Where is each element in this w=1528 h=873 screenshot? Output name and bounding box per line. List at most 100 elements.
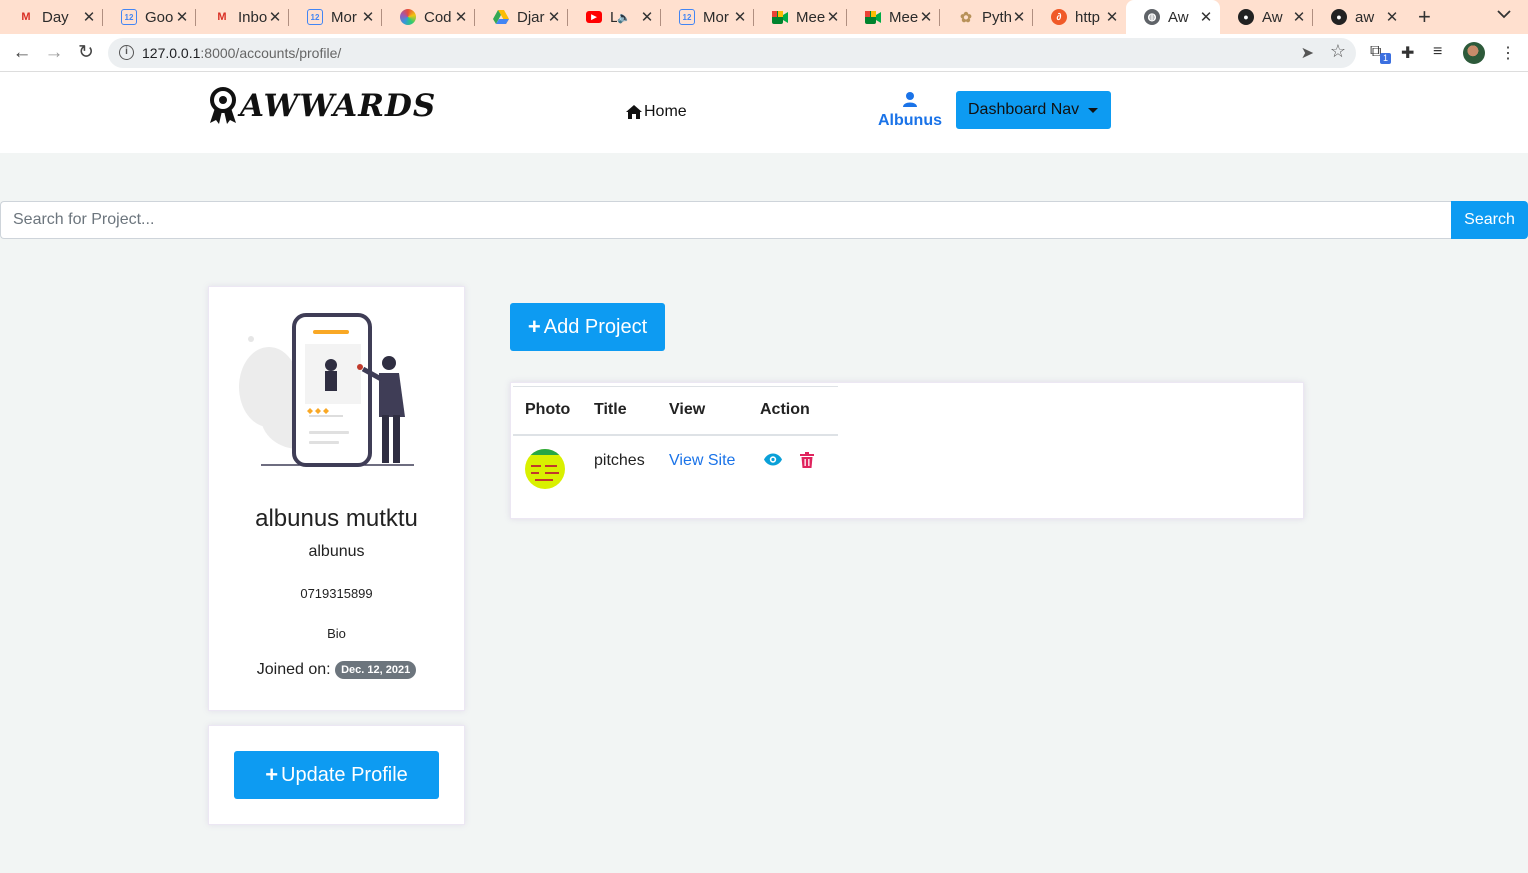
- browser-tab[interactable]: 12 Mor ✕: [289, 0, 382, 34]
- update-profile-button[interactable]: + Update Profile: [234, 751, 439, 799]
- calendar-icon: 12: [679, 9, 695, 25]
- profile-username: albunus: [308, 543, 365, 560]
- browser-tab[interactable]: ▶ L 🔈 ✕: [568, 0, 661, 34]
- profile-card: albunus mutktu albunus 0719315899 Bio Jo…: [208, 286, 465, 711]
- plus-icon: +: [265, 762, 279, 787]
- user-icon: [903, 92, 917, 107]
- speaker-icon[interactable]: 🔈: [617, 11, 631, 24]
- browser-tab[interactable]: 12 Mor ✕: [661, 0, 754, 34]
- close-tab-icon[interactable]: ✕: [546, 8, 562, 26]
- close-tab-icon[interactable]: ✕: [360, 8, 376, 26]
- web-icon: ∂: [1051, 9, 1067, 25]
- address-bar[interactable]: i 127.0.0.1:8000/accounts/profile/ ➤ ☆: [108, 38, 1356, 68]
- plus-icon: +: [527, 314, 541, 339]
- meet-icon: [865, 9, 881, 25]
- table-row: pitches View Site: [513, 435, 838, 489]
- dashboard-nav-dropdown[interactable]: Dashboard Nav: [956, 91, 1111, 129]
- table-header-row: Photo Title View Action: [513, 386, 838, 436]
- award-ribbon-icon: [210, 87, 236, 124]
- tab-search-chevron-icon[interactable]: [1497, 7, 1511, 22]
- close-tab-icon[interactable]: ✕: [732, 8, 748, 26]
- search-button[interactable]: Search: [1451, 201, 1528, 239]
- browser-tab[interactable]: Mee ✕: [847, 0, 940, 34]
- profile-phone: 0719315899: [300, 586, 373, 601]
- close-tab-icon[interactable]: ✕: [1011, 8, 1027, 26]
- close-tab-icon[interactable]: ✕: [918, 8, 934, 26]
- browser-tab[interactable]: 12 Goo ✕: [103, 0, 196, 34]
- home-link[interactable]: Home: [625, 103, 687, 121]
- caret-down-icon: [1088, 107, 1099, 113]
- home-icon: [626, 105, 642, 119]
- globe-icon: ◍: [1144, 9, 1160, 25]
- profile-bio: Bio: [327, 626, 346, 641]
- project-actions-cell: [748, 435, 838, 489]
- new-tab-plus-icon[interactable]: +: [1418, 4, 1431, 30]
- profile-full-name: albunus mutktu: [255, 505, 418, 532]
- column-header-view: View: [657, 386, 748, 436]
- close-tab-icon[interactable]: ✕: [1104, 8, 1120, 26]
- gmail-icon: M: [21, 11, 31, 23]
- youtube-icon: ▶: [586, 11, 602, 23]
- browser-tab-active[interactable]: ◍ Aw ✕: [1126, 0, 1220, 34]
- calendar-icon: 12: [307, 9, 323, 25]
- close-tab-icon[interactable]: ✕: [1291, 8, 1307, 26]
- gmail-icon: M: [217, 11, 227, 23]
- profile-joined: Joined on: Dec. 12, 2021: [209, 661, 464, 679]
- close-tab-icon[interactable]: ✕: [453, 8, 469, 26]
- puzzle-extensions-icon[interactable]: ✚: [1401, 43, 1414, 63]
- browser-tab[interactable]: M Day ✕: [0, 0, 103, 34]
- user-profile-link[interactable]: Albunus: [872, 92, 948, 130]
- search-form: Search: [0, 201, 1528, 239]
- browser-tab[interactable]: Mee ✕: [754, 0, 847, 34]
- bookmark-star-icon[interactable]: ☆: [1330, 41, 1346, 62]
- browser-toolbar: ← → ↻ i 127.0.0.1:8000/accounts/profile/…: [0, 34, 1528, 72]
- eye-icon[interactable]: [764, 453, 782, 471]
- back-arrow-icon[interactable]: ←: [10, 41, 34, 65]
- close-tab-icon[interactable]: ✕: [825, 8, 841, 26]
- browser-tab[interactable]: ● aw ✕: [1313, 0, 1406, 34]
- site-info-icon[interactable]: i: [119, 45, 134, 60]
- github-icon: ●: [1238, 9, 1254, 25]
- close-tab-icon[interactable]: ✕: [174, 8, 190, 26]
- calendar-icon: 12: [121, 9, 137, 25]
- add-project-button[interactable]: + Add Project: [510, 303, 665, 351]
- browser-tab[interactable]: M Inbo ✕: [196, 0, 289, 34]
- reload-icon[interactable]: ↻: [74, 41, 98, 65]
- extension-badge: 1: [1380, 53, 1391, 64]
- codewars-icon: [400, 9, 416, 25]
- close-tab-icon[interactable]: ✕: [267, 8, 283, 26]
- projects-table-card: Photo Title View Action pitches View Sit…: [510, 382, 1304, 519]
- search-input[interactable]: [0, 201, 1451, 239]
- view-site-link[interactable]: View Site: [669, 452, 735, 469]
- column-header-photo: Photo: [513, 386, 582, 436]
- project-photo-cell: [513, 435, 582, 489]
- menu-kebab-icon[interactable]: ⋮: [1500, 43, 1516, 63]
- media-queue-icon[interactable]: ≡: [1433, 43, 1442, 61]
- browser-tab[interactable]: ∂ http ✕: [1033, 0, 1126, 34]
- project-thumbnail[interactable]: [525, 448, 565, 489]
- site-logo[interactable]: AWWARDS: [207, 87, 436, 125]
- python-icon: ✿: [960, 8, 972, 25]
- close-tab-icon[interactable]: ✕: [1198, 8, 1214, 26]
- browser-tab-strip: M Day ✕ 12 Goo ✕ M Inbo ✕ 12 Mor ✕ Cod ✕…: [0, 0, 1528, 34]
- trash-icon[interactable]: [800, 451, 815, 473]
- column-header-action: Action: [748, 386, 838, 436]
- browser-tab[interactable]: Djar ✕: [475, 0, 568, 34]
- close-tab-icon[interactable]: ✕: [1384, 8, 1400, 26]
- project-title: pitches: [594, 451, 645, 469]
- column-header-title: Title: [582, 386, 657, 436]
- browser-tab[interactable]: Cod ✕: [382, 0, 475, 34]
- projects-table: Photo Title View Action pitches View Sit…: [513, 386, 838, 489]
- send-tab-icon[interactable]: ➤: [1301, 43, 1314, 63]
- update-profile-card: + Update Profile: [208, 725, 465, 825]
- drive-icon: [493, 9, 509, 25]
- meet-icon: [772, 9, 788, 25]
- browser-profile-avatar[interactable]: [1463, 42, 1485, 64]
- forward-arrow-icon[interactable]: →: [42, 41, 66, 65]
- github-icon: ●: [1331, 9, 1347, 25]
- url-text[interactable]: 127.0.0.1:8000/accounts/profile/: [142, 45, 341, 61]
- close-tab-icon[interactable]: ✕: [639, 8, 655, 26]
- browser-tab[interactable]: ✿ Pyth ✕: [940, 0, 1033, 34]
- browser-tab[interactable]: ● Aw ✕: [1220, 0, 1313, 34]
- close-tab-icon[interactable]: ✕: [81, 8, 97, 26]
